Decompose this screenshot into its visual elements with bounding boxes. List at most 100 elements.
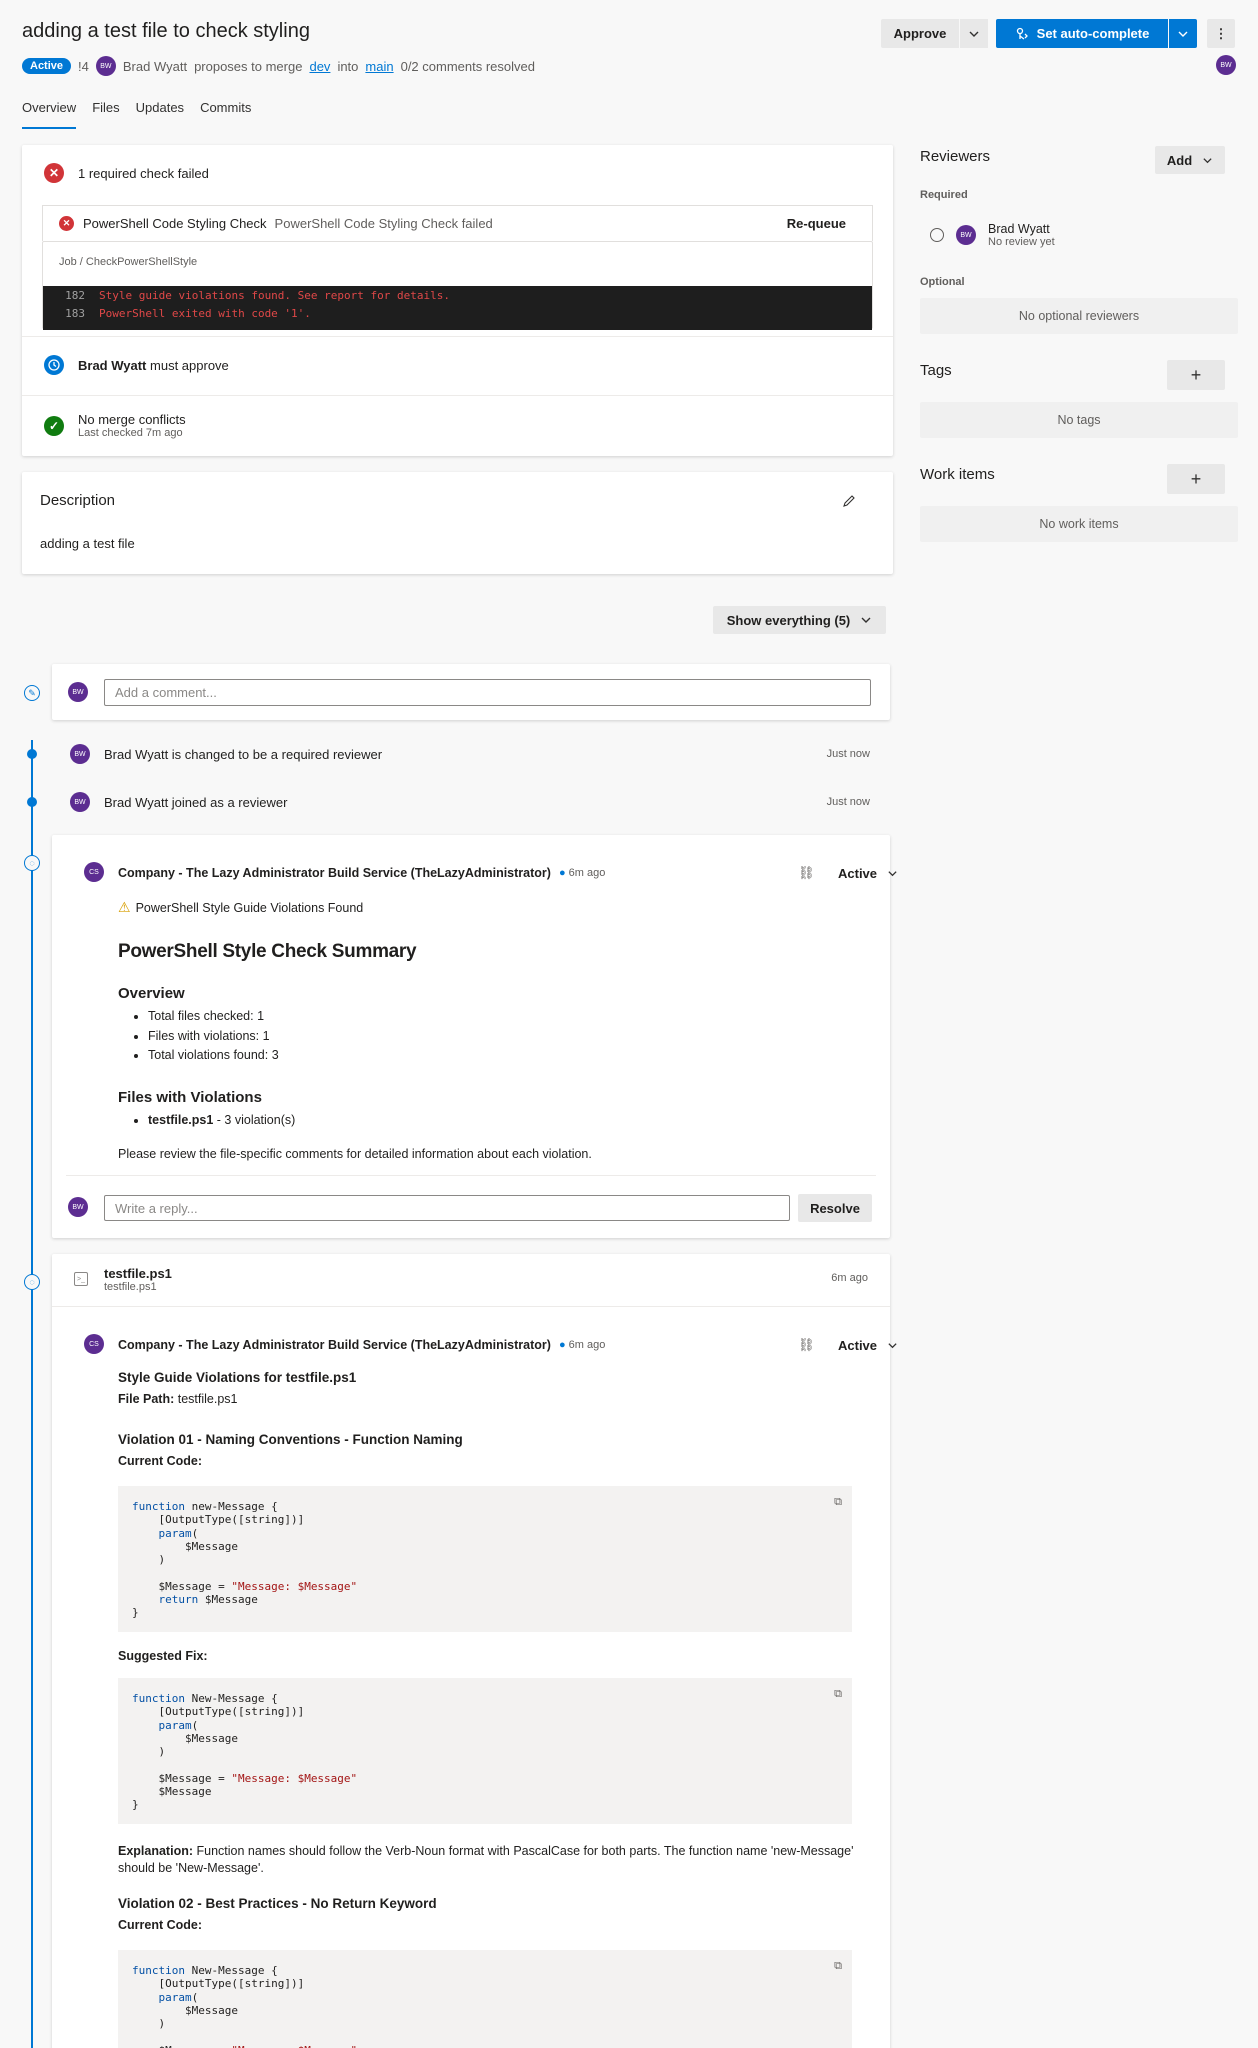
reviewer-status: No review yet	[988, 236, 1055, 248]
pr-tabs: Overview Files Updates Commits	[22, 98, 251, 129]
avatar[interactable]: BW	[1216, 55, 1236, 75]
link-icon[interactable]: ⛓	[798, 1337, 815, 1353]
tab-files[interactable]: Files	[92, 98, 119, 129]
avatar: BW	[70, 792, 90, 812]
optional-label: Optional	[920, 276, 965, 288]
pr-id: !4	[78, 58, 89, 74]
edit-description-button[interactable]	[842, 494, 856, 511]
pr-meta: Active !4 BW Brad Wyatt proposes to merg…	[22, 56, 535, 76]
file-time: 6m ago	[831, 1272, 868, 1284]
add-tag-button[interactable]: +	[1167, 360, 1225, 390]
suggested-fix-label: Suggested Fix:	[118, 1649, 208, 1663]
thread-status-dropdown[interactable]: Active	[838, 866, 898, 881]
checks-summary: 1 required check failed	[78, 165, 209, 181]
timeline-dot	[27, 749, 37, 759]
file-subtitle: testfile.ps1	[104, 1281, 157, 1293]
clock-icon	[44, 355, 64, 375]
no-optional-reviewers: No optional reviewers	[920, 298, 1238, 334]
copy-icon[interactable]: ⧉	[834, 1688, 842, 1701]
thread-author: Company - The Lazy Administrator Build S…	[118, 1338, 551, 1352]
reviewers-heading: Reviewers	[920, 148, 991, 165]
approver-name: Brad Wyatt	[78, 357, 147, 373]
violation-heading: Violation 01 - Naming Conventions - Func…	[118, 1432, 463, 1447]
work-items-heading: Work items	[920, 466, 995, 483]
pencil-icon	[843, 495, 855, 507]
avatar: BW	[956, 225, 976, 245]
overview-list: Total files checked: 1 Files with violat…	[118, 1007, 279, 1066]
avatar[interactable]: BW	[95, 56, 116, 76]
copy-icon[interactable]: ⧉	[834, 1496, 842, 1509]
approval-status: Brad Wyatt must approve	[44, 355, 229, 375]
file-comment-thread: >_ testfile.ps1 testfile.ps1 6m ago CS C…	[52, 1254, 897, 2048]
comment-thread-icon: ◌	[24, 1274, 40, 1290]
review-text: Please review the file-specific comments…	[118, 1147, 592, 1161]
files-list: testfile.ps1 - 3 violation(s)	[118, 1111, 295, 1131]
more-actions-button[interactable]: ⋮	[1207, 19, 1235, 48]
merge-title: No merge conflicts	[78, 412, 186, 427]
thread-time: ● 6m ago	[558, 867, 606, 879]
required-label: Required	[920, 189, 968, 201]
error-icon: ✕	[44, 163, 64, 183]
checks-card: ✕ 1 required check failed ✕ PowerShell C…	[22, 145, 893, 456]
show-everything-button[interactable]: Show everything (5)	[713, 606, 886, 634]
check-row: ✕ PowerShell Code Styling Check PowerShe…	[42, 205, 873, 241]
list-item: Total files checked: 1	[148, 1007, 279, 1027]
plus-icon: +	[1190, 364, 1202, 385]
event-text: Brad Wyatt joined as a reviewer	[104, 794, 288, 810]
into-text: into	[337, 58, 359, 74]
resolve-button[interactable]: Resolve	[798, 1194, 872, 1222]
tab-commits[interactable]: Commits	[200, 98, 251, 129]
file-icon: >_	[74, 1272, 88, 1286]
list-item: Files with violations: 1	[148, 1027, 279, 1047]
timeline-event: BW Brad Wyatt joined as a reviewer Just …	[70, 792, 870, 812]
approve-button[interactable]: Approve	[881, 19, 959, 48]
comment-thread: CS Company - The Lazy Administrator Buil…	[52, 835, 897, 1238]
target-branch-link[interactable]: main	[365, 59, 393, 74]
page-title: adding a test file to check styling	[22, 20, 310, 42]
auto-complete-label: Set auto-complete	[1036, 26, 1150, 41]
tab-updates[interactable]: Updates	[136, 98, 184, 129]
reviewer-name: Brad Wyatt	[988, 222, 1050, 236]
file-title[interactable]: testfile.ps1	[104, 1266, 172, 1281]
merge-status: ✓ No merge conflicts Last checked 7m ago	[44, 412, 186, 439]
approve-dropdown-button[interactable]	[960, 19, 988, 48]
timeline-dot	[27, 797, 37, 807]
reply-input[interactable]: Write a reply...	[104, 1195, 790, 1221]
code-block: ⧉ function new-Message { [OutputType([st…	[118, 1486, 852, 1632]
add-work-item-button[interactable]: +	[1167, 464, 1225, 494]
thread-author: Company - The Lazy Administrator Build S…	[118, 866, 551, 880]
source-branch-link[interactable]: dev	[309, 59, 330, 74]
chevron-down-icon	[969, 31, 979, 37]
explanation: Explanation: Function names should follo…	[118, 1844, 854, 1875]
thread-time: ● 6m ago	[558, 1339, 606, 1351]
set-auto-complete-button[interactable]: Set auto-complete	[996, 19, 1168, 48]
avatar: CS	[84, 1334, 104, 1354]
description-text: adding a test file	[40, 536, 135, 551]
requeue-button[interactable]: Re-queue	[787, 216, 846, 231]
link-icon[interactable]: ⛓	[798, 865, 815, 881]
job-path: Job / CheckPowerShellStyle	[59, 256, 198, 268]
auto-complete-dropdown-button[interactable]	[1169, 19, 1197, 48]
thread-status-dropdown[interactable]: Active	[838, 1338, 898, 1353]
no-work-items: No work items	[920, 506, 1238, 542]
code-block: ⧉ function New-Message { [OutputType([st…	[118, 1678, 852, 1824]
reviewer-row[interactable]: BW Brad Wyatt No review yet	[930, 222, 1055, 248]
violations-heading: Style Guide Violations for testfile.ps1	[118, 1370, 357, 1385]
event-time: Just now	[826, 748, 870, 760]
add-reviewer-button[interactable]: Add	[1155, 146, 1225, 174]
check-log: Job / CheckPowerShellStyle 182 Style guid…	[42, 241, 873, 330]
overview-heading: Overview	[118, 985, 185, 1002]
add-comment-input[interactable]: Add a comment...	[104, 679, 871, 706]
new-comment-card: BW Add a comment...	[52, 664, 890, 720]
tab-overview[interactable]: Overview	[22, 98, 77, 129]
timeline-event: BW Brad Wyatt is changed to be a require…	[70, 744, 870, 764]
list-item: Total violations found: 3	[148, 1046, 279, 1066]
log-output: 182 Style guide violations found. See rep…	[43, 286, 872, 330]
merge-subtitle: Last checked 7m ago	[78, 427, 183, 439]
copy-icon[interactable]: ⧉	[834, 1960, 842, 1973]
chevron-down-icon	[888, 870, 897, 876]
avatar: BW	[70, 744, 90, 764]
current-code-label: Current Code:	[118, 1918, 203, 1932]
warning-text: PowerShell Style Guide Violations Found	[135, 900, 364, 915]
avatar: CS	[84, 862, 104, 882]
